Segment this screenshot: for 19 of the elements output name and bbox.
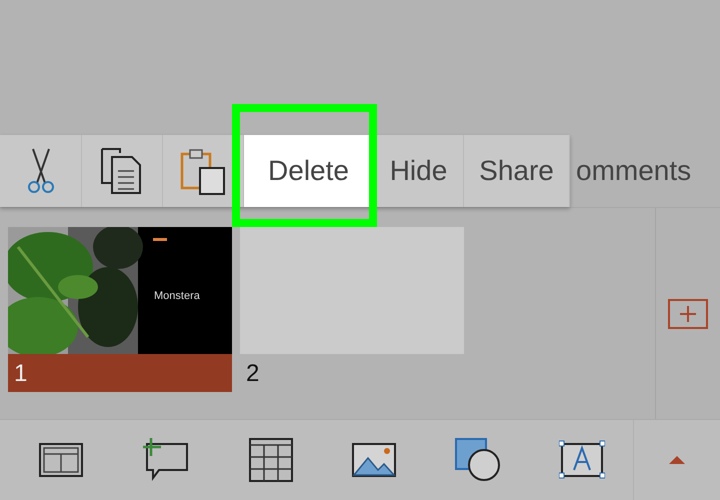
layout-icon[interactable] (38, 442, 84, 478)
menu-item-label: omments (576, 155, 692, 188)
cut-button[interactable] (0, 135, 82, 208)
slide-title: Monstera (154, 290, 200, 302)
accent-mark (153, 238, 167, 242)
copy-button[interactable] (82, 135, 163, 208)
table-icon[interactable] (248, 437, 294, 484)
text-box-icon[interactable] (558, 440, 605, 480)
menu-item[interactable]: Share (464, 135, 570, 208)
image-icon[interactable] (350, 442, 397, 478)
menu-item[interactable]: Hide (374, 135, 464, 208)
paste-button[interactable] (163, 135, 244, 208)
new-slide-icon[interactable] (668, 298, 708, 329)
slide-thumbnail[interactable]: Monstera (8, 227, 232, 354)
caret-icon[interactable] (667, 454, 687, 466)
shapes-icon[interactable] (454, 437, 502, 484)
slide-number: 1 (8, 354, 232, 392)
slide-thumbnail[interactable] (240, 227, 464, 354)
slide-number: 2 (245, 359, 260, 390)
